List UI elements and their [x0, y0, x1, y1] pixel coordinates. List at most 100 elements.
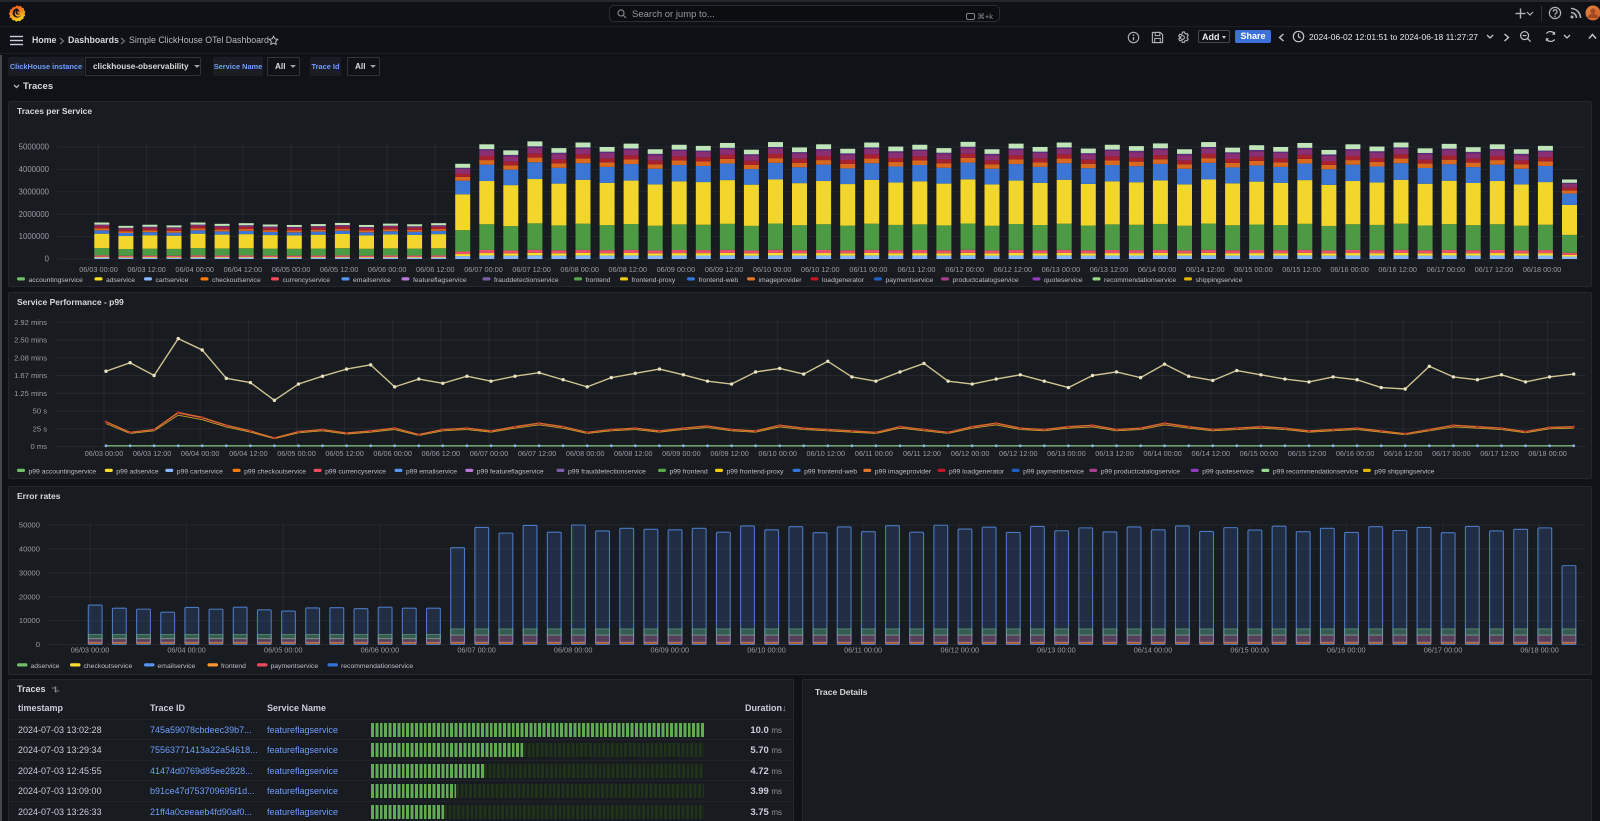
svg-text:06/09 00:00: 06/09 00:00 — [657, 265, 696, 274]
svg-text:productcatalogservice: productcatalogservice — [953, 277, 1019, 284]
svg-text:06/05 12:00: 06/05 12:00 — [320, 265, 359, 274]
svg-text:06/05 12:00: 06/05 12:00 — [325, 449, 364, 458]
svg-text:0: 0 — [45, 255, 50, 264]
svg-text:06/16 12:00: 06/16 12:00 — [1378, 265, 1417, 274]
svg-text:frontend: frontend — [586, 277, 611, 284]
svg-text:06/07 00:00: 06/07 00:00 — [464, 265, 503, 274]
svg-text:06/12 12:00: 06/12 12:00 — [994, 265, 1033, 274]
svg-text:40000: 40000 — [19, 545, 40, 554]
svg-text:06/17 00:00: 06/17 00:00 — [1424, 646, 1463, 655]
svg-text:recommendationservice: recommendationservice — [341, 663, 413, 670]
svg-text:06/07 12:00: 06/07 12:00 — [512, 265, 551, 274]
svg-text:0: 0 — [36, 640, 40, 649]
svg-text:06/17 12:00: 06/17 12:00 — [1475, 265, 1514, 274]
svg-text:06/08 12:00: 06/08 12:00 — [609, 265, 648, 274]
svg-text:p99 checkoutservice: p99 checkoutservice — [244, 468, 306, 475]
svg-text:06/11 00:00: 06/11 00:00 — [844, 646, 882, 655]
svg-text:06/09 00:00: 06/09 00:00 — [662, 449, 701, 458]
svg-text:5000000: 5000000 — [19, 143, 50, 152]
svg-text:frauddetectionservice: frauddetectionservice — [494, 277, 559, 284]
svg-text:p99 adservice: p99 adservice — [116, 468, 159, 475]
svg-text:06/18 00:00: 06/18 00:00 — [1528, 449, 1567, 458]
svg-text:p99 frontend-web: p99 frontend-web — [804, 468, 857, 475]
svg-text:06/09 12:00: 06/09 12:00 — [710, 449, 749, 458]
svg-text:1.25 mins: 1.25 mins — [14, 389, 47, 398]
svg-text:imageprovider: imageprovider — [759, 277, 803, 284]
svg-text:p99 cartservice: p99 cartservice — [177, 468, 223, 475]
svg-text:quoteservice: quoteservice — [1044, 277, 1083, 284]
svg-text:p99 frontend: p99 frontend — [670, 468, 708, 475]
svg-text:p99 loadgenerator: p99 loadgenerator — [949, 468, 1005, 475]
svg-text:06/15 12:00: 06/15 12:00 — [1288, 449, 1327, 458]
svg-text:06/14 00:00: 06/14 00:00 — [1143, 449, 1182, 458]
svg-text:adservice: adservice — [31, 663, 60, 670]
svg-text:06/10 00:00: 06/10 00:00 — [758, 449, 797, 458]
svg-text:06/07 00:00: 06/07 00:00 — [457, 646, 496, 655]
svg-text:06/17 12:00: 06/17 12:00 — [1480, 449, 1519, 458]
svg-text:p99 quoteservice: p99 quoteservice — [1202, 468, 1254, 475]
svg-text:4000000: 4000000 — [19, 165, 50, 174]
svg-text:1000000: 1000000 — [19, 232, 50, 241]
svg-text:06/14 00:00: 06/14 00:00 — [1138, 265, 1177, 274]
svg-text:frontend: frontend — [221, 663, 246, 670]
svg-text:06/14 00:00: 06/14 00:00 — [1134, 646, 1173, 655]
svg-text:06/16 00:00: 06/16 00:00 — [1330, 265, 1369, 274]
svg-text:06/04 00:00: 06/04 00:00 — [175, 265, 214, 274]
svg-text:checkoutservice: checkoutservice — [212, 277, 261, 284]
svg-text:06/10 12:00: 06/10 12:00 — [801, 265, 840, 274]
svg-text:paymentservice: paymentservice — [886, 277, 934, 284]
svg-text:06/06 00:00: 06/06 00:00 — [361, 646, 400, 655]
svg-text:adservice: adservice — [106, 277, 135, 284]
svg-text:06/10 00:00: 06/10 00:00 — [747, 646, 786, 655]
svg-text:06/12 00:00: 06/12 00:00 — [951, 449, 990, 458]
svg-text:06/04 00:00: 06/04 00:00 — [181, 449, 220, 458]
svg-text:06/06 00:00: 06/06 00:00 — [373, 449, 412, 458]
svg-text:loadgenerator: loadgenerator — [822, 277, 865, 284]
svg-text:cartservice: cartservice — [156, 277, 189, 284]
svg-text:featureflagservice: featureflagservice — [413, 277, 467, 284]
svg-text:p99 currencyservice: p99 currencyservice — [325, 468, 386, 475]
svg-text:06/15 12:00: 06/15 12:00 — [1282, 265, 1321, 274]
svg-text:p99 frontend-proxy: p99 frontend-proxy — [727, 468, 785, 475]
svg-text:06/06 00:00: 06/06 00:00 — [368, 265, 407, 274]
svg-text:frontend-web: frontend-web — [699, 277, 739, 284]
svg-text:06/14 12:00: 06/14 12:00 — [1186, 265, 1225, 274]
svg-text:06/03 00:00: 06/03 00:00 — [79, 265, 118, 274]
svg-text:06/12 12:00: 06/12 12:00 — [999, 449, 1038, 458]
svg-text:06/08 12:00: 06/08 12:00 — [614, 449, 653, 458]
svg-text:20000: 20000 — [19, 592, 40, 601]
svg-text:06/06 12:00: 06/06 12:00 — [422, 449, 461, 458]
svg-text:06/05 00:00: 06/05 00:00 — [264, 646, 303, 655]
svg-text:06/06 12:00: 06/06 12:00 — [416, 265, 455, 274]
svg-text:06/18 00:00: 06/18 00:00 — [1520, 646, 1559, 655]
svg-text:accountingservice: accountingservice — [29, 277, 84, 284]
svg-text:06/04 00:00: 06/04 00:00 — [167, 646, 206, 655]
svg-text:06/10 00:00: 06/10 00:00 — [753, 265, 792, 274]
svg-text:p99 recommendationservice: p99 recommendationservice — [1273, 468, 1359, 475]
svg-text:1.67 mins: 1.67 mins — [14, 371, 47, 380]
svg-text:06/04 12:00: 06/04 12:00 — [224, 265, 263, 274]
svg-text:p99 shippingservice: p99 shippingservice — [1374, 468, 1434, 475]
svg-text:06/03 12:00: 06/03 12:00 — [133, 449, 172, 458]
svg-text:06/16 12:00: 06/16 12:00 — [1384, 449, 1423, 458]
svg-text:06/09 00:00: 06/09 00:00 — [651, 646, 690, 655]
svg-text:0 ms: 0 ms — [31, 442, 48, 451]
svg-text:shippingservice: shippingservice — [1196, 277, 1243, 284]
svg-text:06/09 12:00: 06/09 12:00 — [705, 265, 744, 274]
svg-text:2.08 mins: 2.08 mins — [14, 353, 47, 362]
svg-text:06/18 00:00: 06/18 00:00 — [1523, 265, 1562, 274]
svg-text:paymentservice: paymentservice — [271, 663, 319, 670]
svg-text:06/03 12:00: 06/03 12:00 — [127, 265, 166, 274]
svg-text:06/13 00:00: 06/13 00:00 — [1047, 449, 1086, 458]
svg-text:06/11 12:00: 06/11 12:00 — [903, 449, 941, 458]
svg-text:checkoutservice: checkoutservice — [84, 663, 133, 670]
svg-text:recommendationservice: recommendationservice — [1104, 277, 1176, 284]
svg-text:06/10 12:00: 06/10 12:00 — [807, 449, 846, 458]
svg-text:06/13 00:00: 06/13 00:00 — [1042, 265, 1081, 274]
svg-text:06/08 00:00: 06/08 00:00 — [554, 646, 593, 655]
svg-text:06/07 12:00: 06/07 12:00 — [518, 449, 557, 458]
svg-text:p99 imageprovider: p99 imageprovider — [875, 468, 932, 475]
svg-text:06/07 00:00: 06/07 00:00 — [470, 449, 509, 458]
svg-text:06/16 00:00: 06/16 00:00 — [1327, 646, 1366, 655]
svg-text:06/03 00:00: 06/03 00:00 — [71, 646, 110, 655]
